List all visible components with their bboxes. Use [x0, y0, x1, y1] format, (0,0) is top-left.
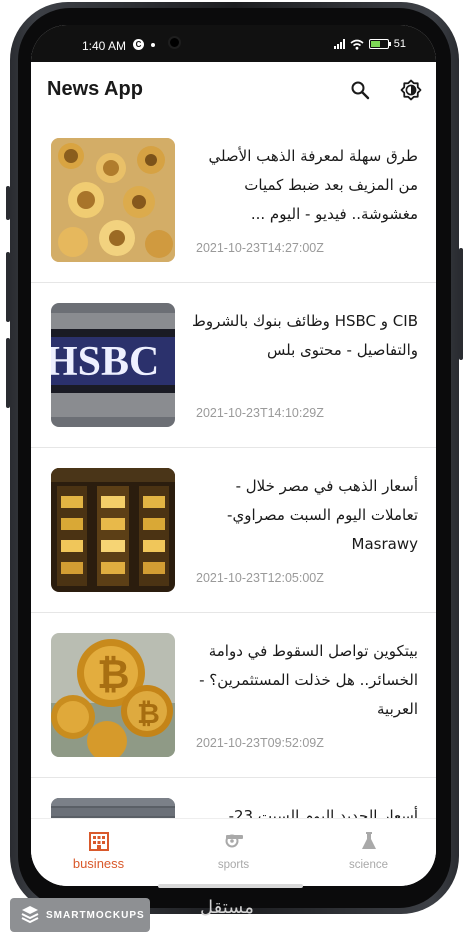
mockup-stage: 1:40 AM C 51 News App طرق سهلة لمعرفة ال… [0, 0, 469, 944]
power-button [459, 248, 463, 360]
whistle-icon [225, 834, 243, 848]
watermark-text: SMARTMOCKUPS [46, 910, 145, 921]
tab-sports[interactable]: sports [166, 819, 301, 886]
app-title: News App [47, 78, 143, 100]
news-headline: أسعار الحديد اليوم السبت 23- [228, 807, 418, 818]
tab-science[interactable]: science [301, 819, 436, 886]
status-bar: 1:40 AM C 51 [31, 25, 436, 62]
news-thumbnail: ₿ ₿ [51, 633, 175, 757]
app-bar: News App [31, 62, 436, 118]
volume-down-button [6, 252, 10, 322]
news-headline: بيتكوين تواصل السقوط في دوامة الخسائر.. … [199, 642, 418, 718]
mostaql-watermark: مستقل [200, 897, 254, 918]
notification-dot-icon [151, 43, 155, 47]
news-thumbnail [51, 138, 175, 262]
tab-label: science [349, 859, 388, 871]
news-item[interactable]: أسعار الحديد اليوم السبت 23- [31, 778, 436, 818]
tab-business[interactable]: business [31, 819, 166, 886]
news-date: 2021-10-23T14:10:29Z [196, 406, 324, 420]
news-list[interactable]: طرق سهلة لمعرفة الذهب الأصلي من المزيف ب… [31, 118, 436, 818]
news-date: 2021-10-23T14:27:00Z [196, 241, 324, 255]
news-item[interactable]: HSBC CIB و HSBC وظائف بنوك بالشروط والتف… [31, 283, 436, 448]
news-date: 2021-10-23T12:05:00Z [196, 571, 324, 585]
brightness-icon[interactable] [400, 79, 422, 101]
phone-screen: 1:40 AM C 51 News App طرق سهلة لمعرفة ال… [31, 25, 436, 886]
side-key [6, 338, 10, 408]
svg-text:₿: ₿ [137, 697, 160, 730]
layers-icon [21, 906, 39, 924]
status-time: 1:40 AM [82, 39, 127, 53]
signal-icon [333, 39, 345, 49]
news-thumbnail [51, 468, 175, 592]
battery-icon [368, 39, 391, 49]
tab-label: business [72, 856, 125, 871]
news-headline: طرق سهلة لمعرفة الذهب الأصلي من المزيف ب… [208, 147, 418, 223]
battery-level: 51 [393, 38, 406, 50]
news-item[interactable]: أسعار الذهب في مصر خلال - تعاملات اليوم … [31, 448, 436, 613]
news-item[interactable]: طرق سهلة لمعرفة الذهب الأصلي من المزيف ب… [31, 118, 436, 283]
tab-label: sports [217, 859, 250, 871]
news-thumbnail [51, 798, 175, 818]
app-notification-icon: C [133, 39, 144, 50]
svg-text:₿: ₿ [97, 652, 130, 698]
news-item[interactable]: ₿ ₿ بيتكوين تواصل السقوط في دوامة الخسائ… [31, 613, 436, 778]
front-camera [168, 36, 181, 49]
news-headline: CIB و HSBC وظائف بنوك بالشروط والتفاصيل … [192, 312, 418, 359]
building-icon [88, 832, 109, 851]
search-icon[interactable] [350, 80, 370, 100]
flask-icon [361, 832, 376, 849]
home-indicator [158, 884, 303, 888]
svg-text:HSBC: HSBC [51, 339, 159, 385]
news-date: 2021-10-23T09:52:09Z [196, 736, 324, 750]
status-icons: 51 [333, 38, 406, 50]
wifi-icon [350, 39, 364, 50]
volume-up-button [6, 186, 10, 220]
smartmockups-watermark: SMARTMOCKUPS [10, 898, 150, 932]
news-headline: أسعار الذهب في مصر خلال - تعاملات اليوم … [227, 477, 418, 553]
news-thumbnail: HSBC [51, 303, 175, 427]
bottom-navigation: business sports science [31, 818, 436, 886]
